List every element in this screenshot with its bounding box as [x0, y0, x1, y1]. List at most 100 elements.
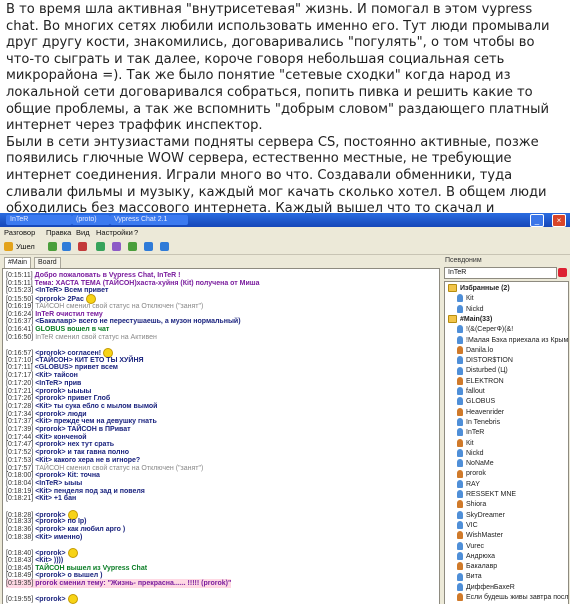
user-icon	[457, 572, 463, 581]
user-list-item[interactable]: !(&(СерегФ)(&!	[457, 325, 513, 335]
chat-text: <Кit> +1 бан	[35, 495, 77, 503]
private-icon[interactable]	[128, 242, 137, 251]
user-name: Disturbed (Ц)	[466, 367, 508, 375]
user-icon	[457, 551, 463, 560]
chat-text: <prorok>	[35, 596, 66, 604]
user-list-item[interactable]: SkyDreamer	[457, 510, 505, 521]
lock-icon[interactable]	[160, 242, 169, 251]
user-icon	[457, 325, 463, 334]
channel-tabs: #Main Board	[0, 256, 440, 268]
user-list-item[interactable]: prorok	[457, 469, 486, 479]
user-list-item[interactable]: fallout	[457, 387, 485, 397]
user-list-item[interactable]: Андрюха	[457, 551, 495, 562]
user-name: Vurec	[466, 542, 485, 550]
user-list-item[interactable]: RAY	[457, 479, 480, 490]
chat-timestamp: [0:18:38]	[6, 533, 36, 541]
user-list-item[interactable]: VIC	[457, 521, 478, 531]
chat-timestamp: [0:19:55]	[6, 596, 36, 604]
user-list-item[interactable]: DISTOR$TION	[457, 356, 513, 366]
user-icon	[457, 438, 463, 447]
user-icon	[457, 407, 463, 416]
user-list-item[interactable]: GLOBUS	[457, 397, 495, 407]
menu-edit[interactable]: Правка	[46, 228, 71, 237]
channel-icon[interactable]	[48, 242, 57, 251]
user-name: Heavenrider	[466, 408, 505, 416]
user-name: GLOBUS	[466, 398, 496, 406]
user-name: Кit	[466, 295, 474, 303]
users-icon[interactable]	[96, 242, 105, 251]
user-list-item[interactable]: Shiora	[457, 500, 486, 510]
menu-settings[interactable]: Настройки	[96, 228, 133, 237]
user-icon	[457, 448, 463, 457]
toolbar: Ушел	[0, 239, 570, 255]
user-list-item[interactable]: In Tenebris	[457, 418, 500, 428]
user-icon	[457, 541, 463, 550]
user-name: Кit	[466, 439, 474, 447]
user-list-item[interactable]: WishMaster	[457, 531, 503, 541]
user-list[interactable]: Избранные (2) Кit Nickd #Main(33) !(&(СерегФ…	[444, 281, 569, 604]
user-icon	[457, 366, 463, 375]
user-list-item[interactable]: InTeR	[457, 428, 484, 438]
user-icon	[457, 376, 463, 385]
taskbar-item-vypress[interactable]: Vypress Chat 2.1	[110, 215, 188, 225]
user-list-item[interactable]: Кit	[457, 294, 474, 304]
user-list-item[interactable]: !Малая Бэха приехала из Крыма	[457, 335, 568, 346]
taskbar: InTeR (proto) Vypress Chat 2.1 _ ×	[0, 213, 570, 227]
chat-log[interactable]: [0:15:11] Добро пожаловать в Vypress Cha…	[2, 268, 440, 604]
user-list-item[interactable]: ELEKTRON	[457, 376, 504, 387]
user-list-item[interactable]: Nickd	[457, 304, 484, 315]
user-list-item[interactable]: Disturbed (Ц)	[457, 366, 508, 376]
story-text: В то время шла активная "внутрисетевая" …	[6, 2, 566, 234]
nick-apply-icon[interactable]	[558, 268, 567, 277]
message-icon[interactable]	[62, 242, 71, 251]
tab-main[interactable]: #Main	[4, 257, 32, 268]
taskbar-item-inter[interactable]: InTeR	[6, 215, 72, 225]
user-name: ELEKTRON	[466, 377, 504, 385]
user-list-item[interactable]: NoNaMe	[457, 459, 494, 469]
user-list-item[interactable]: Nickd	[457, 448, 484, 459]
user-name: prorok	[466, 470, 486, 478]
user-list-item[interactable]: RESSEKT MNE	[457, 490, 516, 500]
chat-line: [0:18:38] <Кit> именно)	[6, 533, 82, 542]
minimize-icon[interactable]: _	[530, 214, 544, 227]
user-icon	[457, 500, 463, 509]
user-name: Андрюха	[466, 552, 495, 560]
close-icon[interactable]: ×	[552, 214, 566, 227]
status-label[interactable]: Ушел	[16, 242, 35, 251]
alert-icon[interactable]	[78, 242, 87, 251]
smiley-icon	[67, 594, 78, 604]
chat-text: prorok сменил тему: "Жизнь- прекрасна...…	[35, 580, 232, 587]
user-list-item[interactable]: ДиффенБахеR	[457, 582, 515, 593]
user-group[interactable]: Избранные (2)	[448, 284, 510, 294]
user-name: DISTOR$TION	[466, 357, 513, 365]
user-list-item[interactable]: Бакалавр	[457, 562, 497, 572]
user-list-item[interactable]: Кit	[457, 438, 474, 449]
user-icon	[457, 304, 463, 313]
user-group[interactable]: #Main(33)	[448, 315, 492, 325]
taskbar-item-proto[interactable]: (proto)	[72, 215, 110, 225]
chat-line: [0:19:55] <prorok>	[6, 594, 78, 604]
tab-board[interactable]: Board	[34, 257, 61, 268]
nick-field[interactable]: InTeR	[444, 267, 557, 279]
user-list-item[interactable]: Heavenrider	[457, 407, 505, 418]
menu-view[interactable]: Вид	[76, 228, 90, 237]
menu-talk[interactable]: Разговор	[4, 228, 35, 237]
folder-icon	[448, 284, 457, 293]
user-icon	[457, 335, 463, 344]
user-list-item[interactable]: Вита	[457, 572, 482, 582]
user-icon	[457, 469, 463, 478]
board-icon[interactable]	[112, 242, 121, 251]
user-list-item[interactable]: Если будешь живы завтра после	[457, 593, 568, 603]
user-icon	[457, 490, 463, 499]
user-list-item[interactable]: Vurec	[457, 541, 485, 552]
user-name: ДиффенБахеR	[466, 583, 515, 591]
menu-help[interactable]: ?	[134, 228, 138, 237]
status-icon[interactable]	[4, 242, 13, 251]
user-name: Nickd	[466, 449, 484, 457]
chat-line: [0:18:21] <Кit> +1 бан	[6, 494, 76, 503]
user-icon	[457, 428, 463, 437]
send-icon[interactable]	[144, 242, 153, 251]
user-icon	[457, 479, 463, 488]
user-list-item[interactable]: Danila.lo	[457, 345, 493, 356]
user-icon	[457, 459, 463, 468]
